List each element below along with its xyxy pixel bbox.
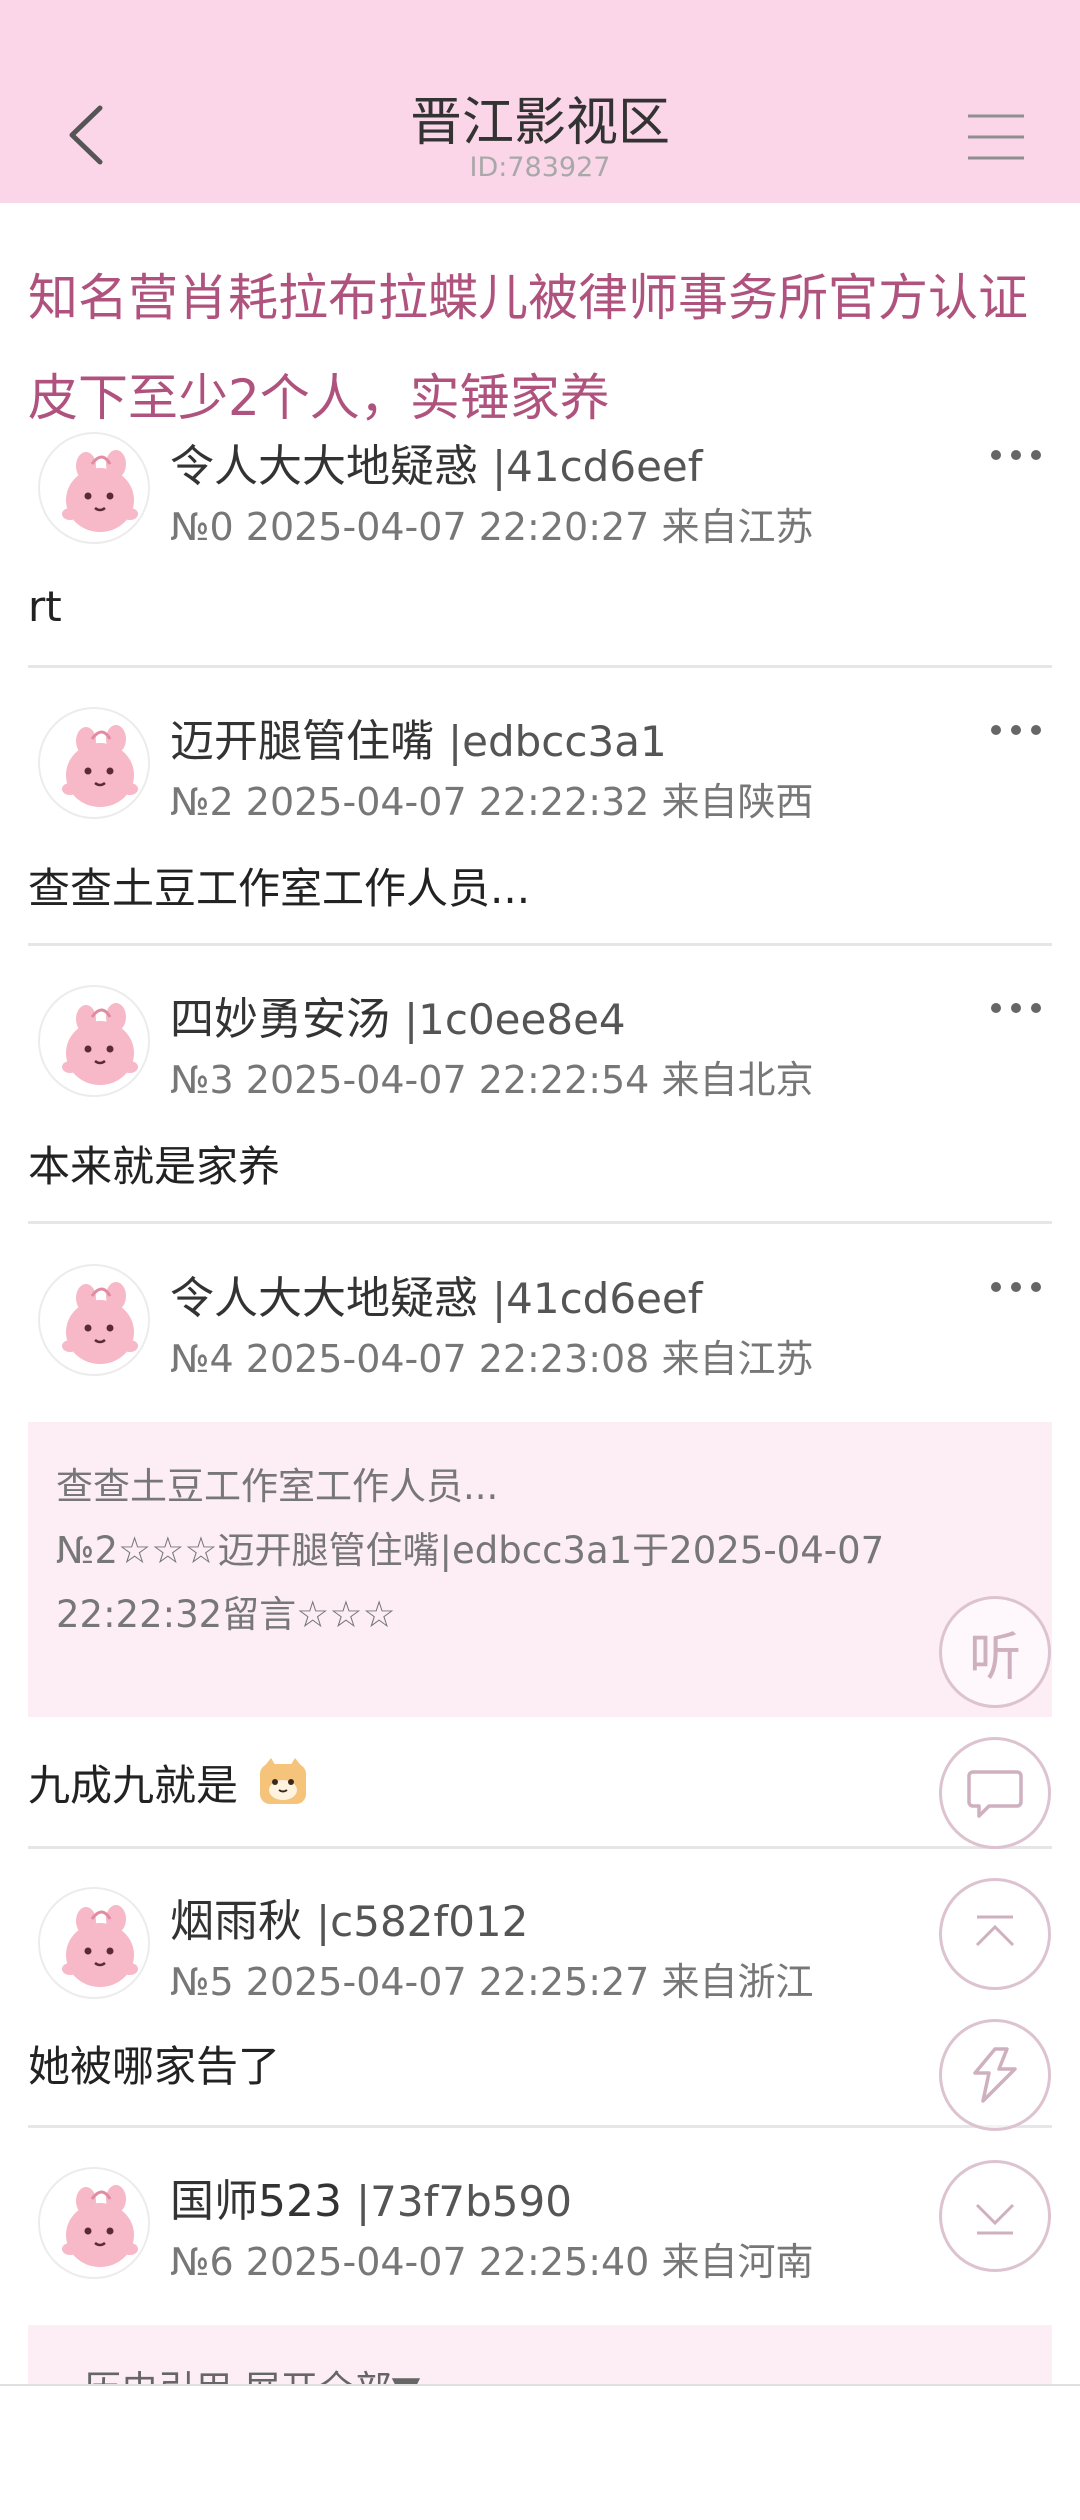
username[interactable]: 令人大大地疑惑 |41cd6eef [170, 430, 703, 494]
post-meta: №4 2025-04-07 22:23:08 来自江苏 [170, 1337, 814, 1381]
user-id: |41cd6eef [492, 1274, 703, 1323]
more-options-icon[interactable] [986, 1272, 1046, 1302]
avatar[interactable] [38, 707, 150, 819]
history-quote-block[interactable]: 历史引用 展开全部▼ [28, 2325, 1052, 2385]
post-meta: №2 2025-04-07 22:22:32 来自陕西 [170, 780, 814, 824]
user-id: |1c0ee8e4 [404, 995, 626, 1044]
post-content-text: 九成九就是 [28, 1761, 239, 1810]
divider [28, 665, 1052, 668]
refresh-button[interactable] [939, 2019, 1051, 2131]
post-meta: №6 2025-04-07 22:25:40 来自河南 [170, 2240, 814, 2284]
divider [28, 1221, 1052, 1224]
divider [28, 1846, 1052, 1849]
username[interactable]: 令人大大地疑惑 |41cd6eef [170, 1262, 703, 1326]
scroll-top-button[interactable] [939, 1878, 1051, 1990]
username[interactable]: 迈开腿管住嘴 |edbcc3a1 [170, 705, 667, 769]
quote-source-time: 22:22:32留言☆☆☆ [56, 1593, 396, 1636]
avatar[interactable] [38, 432, 150, 544]
post-5: 烟雨秋 |c582f012 №5 2025-04-07 22:25:27 来自浙… [28, 1885, 1052, 2125]
username[interactable]: 四妙勇安汤 |1c0ee8e4 [170, 983, 626, 1047]
username-text: 迈开腿管住嘴 [170, 716, 434, 767]
post-2: 迈开腿管住嘴 |edbcc3a1 №2 2025-04-07 22:22:32 … [28, 705, 1052, 945]
username[interactable]: 国师523 |73f7b590 [170, 2165, 572, 2229]
thread-title-line1: 知名营肖耗拉布拉蝶儿被律师事务所官方认证 [28, 269, 1028, 327]
arrow-up-icon [975, 1915, 1015, 1947]
post-meta: №0 2025-04-07 22:20:27 来自江苏 [170, 505, 814, 549]
avatar[interactable] [38, 1264, 150, 1376]
post-content: rt [28, 582, 62, 631]
hamburger-icon[interactable] [966, 112, 1026, 162]
more-options-icon[interactable] [986, 440, 1046, 470]
quote-source: №2☆☆☆迈开腿管住嘴|edbcc3a1于2025-04-07 [56, 1529, 885, 1572]
user-id: |73f7b590 [355, 2177, 572, 2226]
avatar[interactable] [38, 1887, 150, 1999]
top-nav-bar: 晋江影视区 ID:783927 [0, 0, 1080, 203]
post-4: 令人大大地疑惑 |41cd6eef №4 2025-04-07 22:23:08… [28, 1262, 1052, 1402]
quote-text: 查查土豆工作室工作人员... [56, 1465, 499, 1508]
username[interactable]: 烟雨秋 |c582f012 [170, 1885, 528, 1949]
user-id: |c582f012 [316, 1897, 529, 1946]
avatar[interactable] [38, 985, 150, 1097]
post-0: 令人大大地疑惑 |41cd6eef №0 2025-04-07 22:20:27… [28, 430, 1052, 660]
post-6: 国师523 |73f7b590 №6 2025-04-07 22:25:40 来… [28, 2165, 1052, 2325]
post-3: 四妙勇安汤 |1c0ee8e4 №3 2025-04-07 22:22:54 来… [28, 983, 1052, 1223]
comment-button[interactable] [939, 1737, 1051, 1849]
scroll-bottom-button[interactable] [939, 2160, 1051, 2272]
bottom-bar [0, 2384, 1080, 2520]
cat-face-emoji [260, 1758, 307, 1804]
post-content: 查查土豆工作室工作人员... [28, 864, 531, 913]
username-text: 四妙勇安汤 [170, 994, 390, 1045]
username-text: 令人大大地疑惑 [170, 441, 478, 492]
more-options-icon[interactable] [986, 715, 1046, 745]
username-text: 令人大大地疑惑 [170, 1273, 478, 1324]
post-content: 九成九就是 [28, 1752, 309, 1813]
post-content: 她被哪家告了 [28, 2042, 281, 2091]
post-content: 本来就是家养 [28, 1142, 281, 1191]
username-text: 国师523 [170, 2176, 342, 2227]
board-title: 晋江影视区 [409, 93, 670, 153]
post-meta: №5 2025-04-07 22:25:27 来自浙江 [170, 1960, 814, 2004]
divider [28, 943, 1052, 946]
thread-title: 知名营肖耗拉布拉蝶儿被律师事务所官方认证 皮下至少2个人，实锤家养 [28, 248, 1058, 448]
speech-bubble-icon [967, 1770, 1023, 1818]
listen-label: 听 [968, 1627, 1021, 1688]
history-quote-label[interactable]: 历史引用 展开全部▼ [84, 2359, 420, 2385]
refresh-icon [973, 2047, 1017, 2103]
user-id: |41cd6eef [492, 442, 703, 491]
user-id: |edbcc3a1 [448, 717, 667, 766]
more-options-icon[interactable] [986, 993, 1046, 1023]
avatar[interactable] [38, 2167, 150, 2279]
divider [28, 2125, 1052, 2128]
quote-block: 查查土豆工作室工作人员... №2☆☆☆迈开腿管住嘴|edbcc3a1于2025… [28, 1422, 1052, 1717]
post-meta: №3 2025-04-07 22:22:54 来自北京 [170, 1058, 814, 1102]
board-id: ID:783927 [469, 152, 611, 183]
listen-button[interactable]: 听 [939, 1596, 1051, 1708]
username-text: 烟雨秋 [170, 1896, 302, 1947]
arrow-down-icon [975, 2203, 1015, 2235]
